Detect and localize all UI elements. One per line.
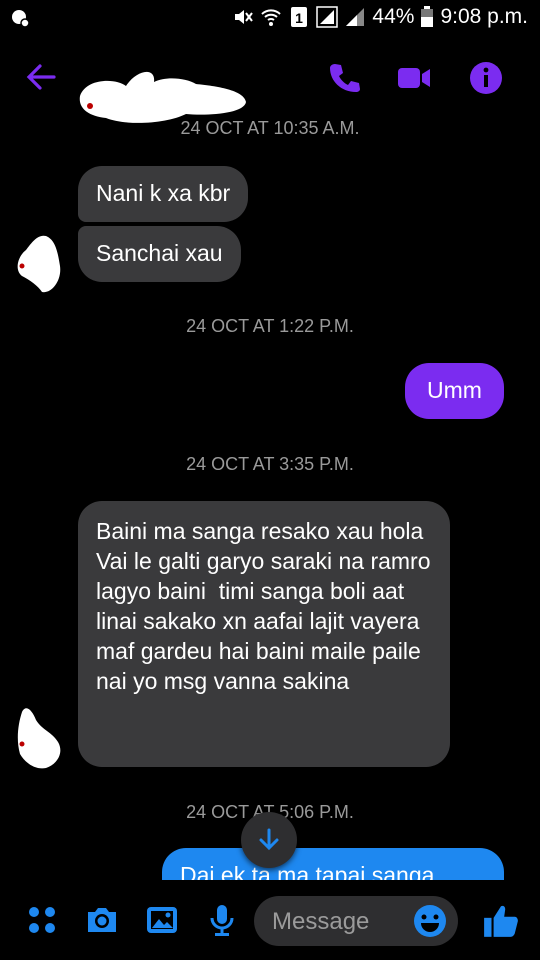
message-incoming[interactable]: Nani k xa kbr xyxy=(78,166,249,222)
back-arrow-icon[interactable] xyxy=(22,58,60,96)
clock: 9:08 p.m. xyxy=(440,5,528,28)
scroll-down-icon xyxy=(259,828,279,851)
sender-avatar xyxy=(17,708,61,769)
signal-icon xyxy=(316,6,339,28)
message-outgoing[interactable]: Dai ek ta ma tapai sanga xyxy=(162,848,504,880)
message-incoming[interactable]: Sanchai xau xyxy=(78,226,241,282)
video-icon[interactable] xyxy=(396,60,432,96)
menu-dots-icon[interactable] xyxy=(24,902,60,938)
info-icon[interactable] xyxy=(468,60,504,96)
sender-avatar xyxy=(17,235,61,293)
image-icon[interactable] xyxy=(144,902,180,938)
sim1-icon: 1 xyxy=(291,7,308,27)
chat-header xyxy=(0,40,540,123)
timestamp: 24 OCT AT 3:35 P.M. xyxy=(186,454,354,474)
message-input[interactable] xyxy=(270,896,414,948)
message-outgoing[interactable]: Umm xyxy=(405,363,504,419)
camera-icon[interactable] xyxy=(84,902,120,938)
thumbs-up-icon[interactable] xyxy=(482,902,520,940)
emoji-icon[interactable] xyxy=(412,903,448,939)
composer-bar xyxy=(0,880,540,960)
message-input-container xyxy=(254,896,458,948)
status-bar: 1 44% 9:08 p.m. xyxy=(0,0,540,38)
phone-icon[interactable] xyxy=(326,60,362,96)
svg-text:1: 1 xyxy=(296,10,304,26)
signal-2-icon xyxy=(346,8,365,26)
wifi-icon xyxy=(261,9,282,26)
timestamp: 24 OCT AT 1:22 P.M. xyxy=(186,316,354,336)
timestamp: 24 OCT AT 10:35 A.M. xyxy=(180,118,360,138)
battery-icon xyxy=(421,6,434,27)
battery-percent: 44% xyxy=(372,5,415,28)
mute-icon xyxy=(235,10,254,24)
scroll-to-bottom-button[interactable] xyxy=(241,812,297,868)
messenger-notification-icon xyxy=(12,10,30,28)
mic-icon[interactable] xyxy=(204,902,240,938)
message-incoming[interactable]: Baini ma sanga resako xau hola Vai le ga… xyxy=(78,501,450,767)
